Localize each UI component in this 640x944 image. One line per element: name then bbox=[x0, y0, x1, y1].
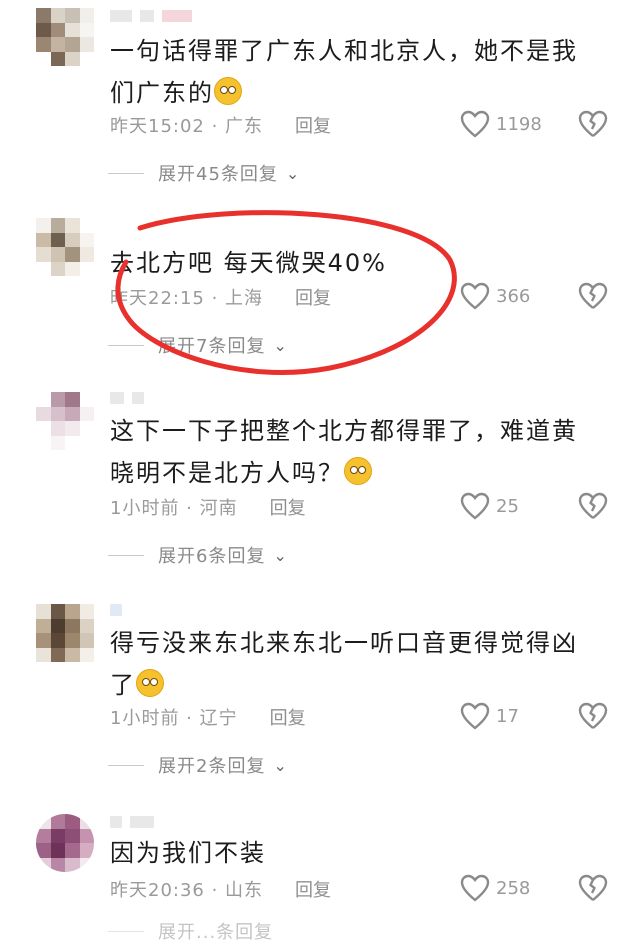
nickname-placeholder[interactable] bbox=[110, 392, 144, 406]
dislike-button[interactable] bbox=[578, 282, 608, 310]
broken-heart-icon bbox=[578, 282, 608, 309]
expand-replies-label: 展开2条回复 bbox=[158, 756, 266, 777]
heart-icon bbox=[460, 110, 490, 138]
dislike-button[interactable] bbox=[578, 492, 608, 520]
divider bbox=[108, 764, 144, 766]
avatar[interactable] bbox=[36, 604, 94, 662]
like-count: 25 bbox=[496, 495, 519, 517]
expand-replies-button[interactable]: 展开6条回复 ⌄ bbox=[108, 542, 288, 568]
comment-meta: 昨天15:02 · 广东 回复 bbox=[110, 112, 331, 138]
dislike-button[interactable] bbox=[578, 702, 608, 730]
nickname-placeholder[interactable] bbox=[110, 604, 122, 618]
reply-button[interactable]: 回复 bbox=[270, 704, 306, 730]
comment-text: 因为我们不装 bbox=[110, 839, 266, 867]
expand-replies-button[interactable]: 展开45条回复 ⌄ bbox=[108, 160, 300, 186]
nickname-placeholder[interactable] bbox=[110, 816, 154, 830]
expand-replies-label: 展开6条回复 bbox=[158, 546, 266, 567]
shocked-emoji-icon bbox=[136, 669, 164, 697]
reply-button[interactable]: 回复 bbox=[295, 876, 331, 902]
like-button[interactable]: 25 bbox=[460, 492, 519, 520]
comment-time-location: 昨天15:02 · 广东 bbox=[110, 116, 264, 137]
expand-replies-label: 展开...条回复 bbox=[158, 922, 274, 943]
heart-icon bbox=[460, 702, 490, 730]
divider bbox=[108, 344, 144, 346]
avatar[interactable] bbox=[36, 8, 94, 66]
like-count: 1198 bbox=[496, 113, 542, 135]
chevron-down-icon: ⌄ bbox=[273, 545, 288, 565]
divider bbox=[108, 930, 144, 932]
expand-replies-label: 展开45条回复 bbox=[158, 164, 278, 185]
dislike-button[interactable] bbox=[578, 874, 608, 902]
comment-text: 去北方吧 每天微哭40% bbox=[110, 249, 387, 277]
chevron-down-icon: ⌄ bbox=[285, 163, 301, 183]
laughing-crying-emoji-icon bbox=[344, 457, 372, 485]
chevron-down-icon: ⌄ bbox=[273, 755, 288, 775]
broken-heart-icon bbox=[578, 492, 608, 519]
divider bbox=[108, 554, 144, 556]
like-button[interactable]: 17 bbox=[460, 702, 519, 730]
broken-heart-icon bbox=[578, 702, 608, 729]
heart-icon bbox=[460, 874, 490, 902]
comment-meta: 1小时前 · 辽宁 回复 bbox=[110, 704, 306, 730]
heart-icon bbox=[460, 282, 490, 310]
broken-heart-icon bbox=[578, 874, 608, 901]
comment-meta: 昨天20:36 · 山东 回复 bbox=[110, 876, 331, 902]
comment-text: 一句话得罪了广东人和北京人，她不是我们广东的 bbox=[110, 37, 578, 107]
heart-icon bbox=[460, 492, 490, 520]
reply-button[interactable]: 回复 bbox=[295, 284, 331, 310]
broken-heart-icon bbox=[578, 110, 608, 137]
like-button[interactable]: 366 bbox=[460, 282, 530, 310]
nickname-placeholder[interactable] bbox=[110, 10, 192, 24]
like-count: 17 bbox=[496, 705, 519, 727]
dislike-button[interactable] bbox=[578, 110, 608, 138]
reply-button[interactable]: 回复 bbox=[295, 112, 331, 138]
expand-replies-button[interactable]: 展开...条回复 bbox=[108, 918, 273, 944]
like-count: 366 bbox=[496, 285, 531, 307]
avatar[interactable] bbox=[36, 814, 94, 872]
like-count: 258 bbox=[496, 877, 531, 899]
expand-replies-button[interactable]: 展开7条回复 ⌄ bbox=[108, 332, 288, 358]
reply-button[interactable]: 回复 bbox=[270, 494, 306, 520]
comment-time-location: 1小时前 · 辽宁 bbox=[110, 708, 238, 729]
like-button[interactable]: 1198 bbox=[460, 110, 542, 138]
comment-time-location: 昨天20:36 · 山东 bbox=[110, 880, 264, 901]
like-button[interactable]: 258 bbox=[460, 874, 530, 902]
expand-replies-label: 展开7条回复 bbox=[158, 336, 266, 357]
expand-replies-button[interactable]: 展开2条回复 ⌄ bbox=[108, 752, 288, 778]
chevron-down-icon: ⌄ bbox=[273, 335, 288, 355]
comment-text: 这下一下子把整个北方都得罪了，难道黄晓明不是北方人吗？ bbox=[110, 417, 578, 487]
avatar[interactable] bbox=[36, 392, 94, 450]
comment-meta: 1小时前 · 河南 回复 bbox=[110, 494, 306, 520]
comment-time-location: 1小时前 · 河南 bbox=[110, 498, 238, 519]
avatar[interactable] bbox=[36, 218, 94, 276]
comment-meta: 昨天22:15 · 上海 回复 bbox=[110, 284, 331, 310]
comment-text: 得亏没来东北来东北一听口音更得觉得凶了 bbox=[110, 629, 578, 699]
comment-time-location: 昨天22:15 · 上海 bbox=[110, 288, 264, 309]
divider bbox=[108, 172, 144, 174]
flushed-emoji-icon bbox=[214, 77, 242, 105]
